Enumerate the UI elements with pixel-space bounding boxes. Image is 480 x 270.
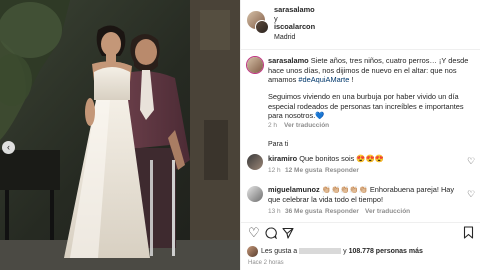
comment-text: Que bonitos sois 😍😍😍 xyxy=(299,154,384,163)
redacted-liker xyxy=(299,248,342,255)
wedding-photo xyxy=(0,0,240,270)
post-header: sarasalamo y iscoalarcon Madrid xyxy=(241,0,480,50)
caption-paragraph-2: Seguimos viviendo en una burbuja por hab… xyxy=(268,92,464,121)
comment-username[interactable]: miguelamunoz xyxy=(268,185,320,194)
previous-photo-button[interactable]: ‹ xyxy=(2,141,15,154)
comment-time: 12 h xyxy=(268,167,281,174)
likes-connector: y xyxy=(343,248,347,255)
caption-end: ! xyxy=(351,75,354,85)
see-translation-link[interactable]: Ver traducción xyxy=(284,121,329,131)
chevron-left-icon: ‹ xyxy=(7,142,10,152)
save-bookmark-icon[interactable] xyxy=(463,226,474,239)
commenter-avatar[interactable] xyxy=(247,154,263,170)
comment-likes[interactable]: 12 Me gusta xyxy=(285,166,322,176)
comment-time: 13 h xyxy=(268,208,281,215)
likes-prefix: Les gusta a xyxy=(261,248,298,255)
caption-hashtag[interactable]: #deAquiAMarte xyxy=(298,75,349,84)
section-label: Para ti xyxy=(268,141,289,148)
comment: kiramiro Que bonitos sois 😍😍😍 xyxy=(268,154,384,164)
likes-summary[interactable]: Les gusta a y 108.778 personas más xyxy=(261,247,423,257)
reply-button[interactable]: Responder xyxy=(325,207,359,217)
liker-avatar xyxy=(247,246,258,257)
share-paper-plane-icon[interactable] xyxy=(282,227,294,239)
caption-time: 2 h xyxy=(268,122,278,129)
comment-bubble-icon[interactable] xyxy=(265,227,277,239)
post-photo[interactable]: ‹ xyxy=(0,0,240,270)
caption-username[interactable]: sarasalamo xyxy=(268,56,309,65)
like-heart-icon[interactable]: ♡ xyxy=(248,226,260,239)
likes-count[interactable]: 108.778 personas más xyxy=(349,248,423,255)
like-comment-heart-icon[interactable]: ♡ xyxy=(467,156,475,167)
comment-likes[interactable]: 36 Me gusta xyxy=(285,207,322,217)
like-comment-heart-icon[interactable]: ♡ xyxy=(467,189,475,200)
author-username[interactable]: sarasalamo xyxy=(274,5,315,15)
post-timestamp: Hace 2 horas xyxy=(248,260,284,266)
commenter-avatar[interactable] xyxy=(247,186,263,202)
see-translation-link[interactable]: Ver traducción xyxy=(365,207,410,217)
comment: miguelamunoz 👏🏼👏🏼👏🏼👏🏼👏🏼 Enhorabuena pare… xyxy=(268,185,464,204)
coauthor-username[interactable]: iscoalarcon xyxy=(274,22,315,32)
comment-username[interactable]: kiramiro xyxy=(268,154,297,163)
reply-button[interactable]: Responder xyxy=(325,166,359,176)
coauthor-avatar[interactable] xyxy=(255,20,269,34)
caption-avatar[interactable] xyxy=(247,57,263,73)
caption: sarasalamo Siete años, tres niños, cuatr… xyxy=(268,56,476,85)
action-bar: ♡ xyxy=(241,222,480,242)
post-side-panel: sarasalamo y iscoalarcon Madrid sarasala… xyxy=(240,0,480,270)
post-dialog: ‹ sarasalamo y iscoalarcon Madrid sarasa… xyxy=(0,0,480,270)
location-link[interactable]: Madrid xyxy=(274,33,295,43)
